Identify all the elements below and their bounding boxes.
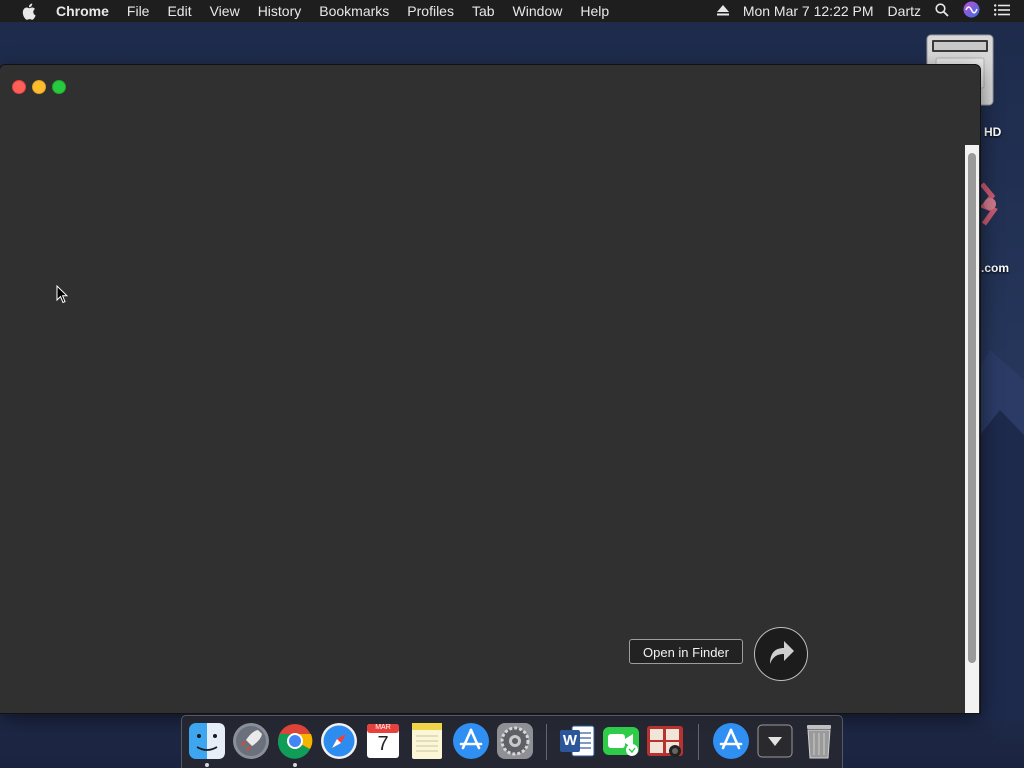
trash-icon — [807, 725, 831, 759]
siri-icon[interactable] — [963, 1, 980, 21]
dock-notes[interactable] — [408, 722, 446, 760]
dock: MAR 7 W — [181, 715, 843, 768]
spotlight-search-icon[interactable] — [935, 2, 949, 20]
menubar-clock[interactable]: Mon Mar 7 12:22 PM — [743, 3, 874, 19]
app-store-folder-icon — [713, 723, 749, 759]
menu-bookmarks[interactable]: Bookmarks — [310, 0, 398, 22]
open-in-finder-button[interactable]: Open in Finder — [629, 639, 743, 664]
word-letter: W — [562, 732, 578, 749]
photo-booth-icon — [647, 726, 683, 757]
scrollbar-thumb[interactable] — [968, 153, 976, 663]
vertical-scrollbar[interactable] — [965, 145, 979, 713]
menu-edit[interactable]: Edit — [158, 0, 200, 22]
apple-icon[interactable] — [18, 0, 38, 22]
finder-icon — [189, 723, 225, 759]
facetime-icon — [603, 727, 639, 756]
dock-system-preferences[interactable] — [496, 722, 534, 760]
dock-photo-booth[interactable] — [646, 722, 684, 760]
notes-icon — [412, 723, 442, 759]
notification-center-icon[interactable] — [994, 3, 1010, 19]
chrome-running-dot — [293, 763, 297, 767]
dock-facetime[interactable] — [602, 722, 640, 760]
dock-calendar[interactable]: MAR 7 — [364, 722, 402, 760]
chevron-down-icon — [757, 724, 793, 758]
calendar-day: 7 — [377, 733, 389, 755]
dock-app-store-folder[interactable] — [712, 722, 750, 760]
desktop-file-label: .com — [981, 261, 1010, 275]
chrome-icon — [277, 724, 313, 759]
dock-trash[interactable] — [800, 722, 838, 760]
dock-separator — [546, 724, 547, 760]
dock-separator-2 — [698, 724, 699, 760]
dock-launchpad[interactable] — [232, 722, 270, 760]
menubar-user[interactable]: Dartz — [888, 3, 921, 19]
gear-icon — [497, 723, 533, 759]
app-store-icon — [453, 723, 489, 759]
eject-icon[interactable] — [716, 3, 729, 19]
finder-running-dot — [205, 763, 209, 767]
zoom-button[interactable] — [52, 80, 66, 94]
menu-history[interactable]: History — [249, 0, 311, 22]
dock-downloads-stack[interactable] — [756, 722, 794, 760]
close-button[interactable] — [12, 80, 26, 94]
chrome-window: Open in Finder — [0, 65, 980, 713]
menu-file[interactable]: File — [118, 0, 159, 22]
dock-safari[interactable] — [320, 722, 358, 760]
menu-app-name[interactable]: Chrome — [54, 0, 118, 22]
menu-profiles[interactable]: Profiles — [398, 0, 463, 22]
menu-bar: Chrome File Edit View History Bookmarks … — [0, 0, 1024, 22]
safari-compass-icon — [321, 723, 357, 759]
calendar-month: MAR — [375, 724, 391, 731]
dock-word[interactable]: W — [558, 722, 596, 760]
minimize-button[interactable] — [32, 80, 46, 94]
menu-window[interactable]: Window — [504, 0, 572, 22]
desktop-file-icon[interactable] — [976, 180, 1006, 232]
share-arrow-icon — [766, 638, 796, 671]
share-button[interactable] — [754, 627, 808, 681]
menu-extras: Mon Mar 7 12:22 PM Dartz — [716, 0, 1024, 22]
menu-view[interactable]: View — [201, 0, 249, 22]
menu-tab[interactable]: Tab — [463, 0, 504, 22]
menu-help[interactable]: Help — [571, 0, 618, 22]
hard-drive-label: HD — [984, 125, 1002, 139]
dock-app-store[interactable] — [452, 722, 490, 760]
launchpad-rocket-icon — [233, 723, 269, 759]
mouse-cursor-icon — [56, 285, 68, 304]
dock-chrome[interactable] — [276, 722, 314, 760]
dock-finder[interactable] — [188, 722, 226, 760]
